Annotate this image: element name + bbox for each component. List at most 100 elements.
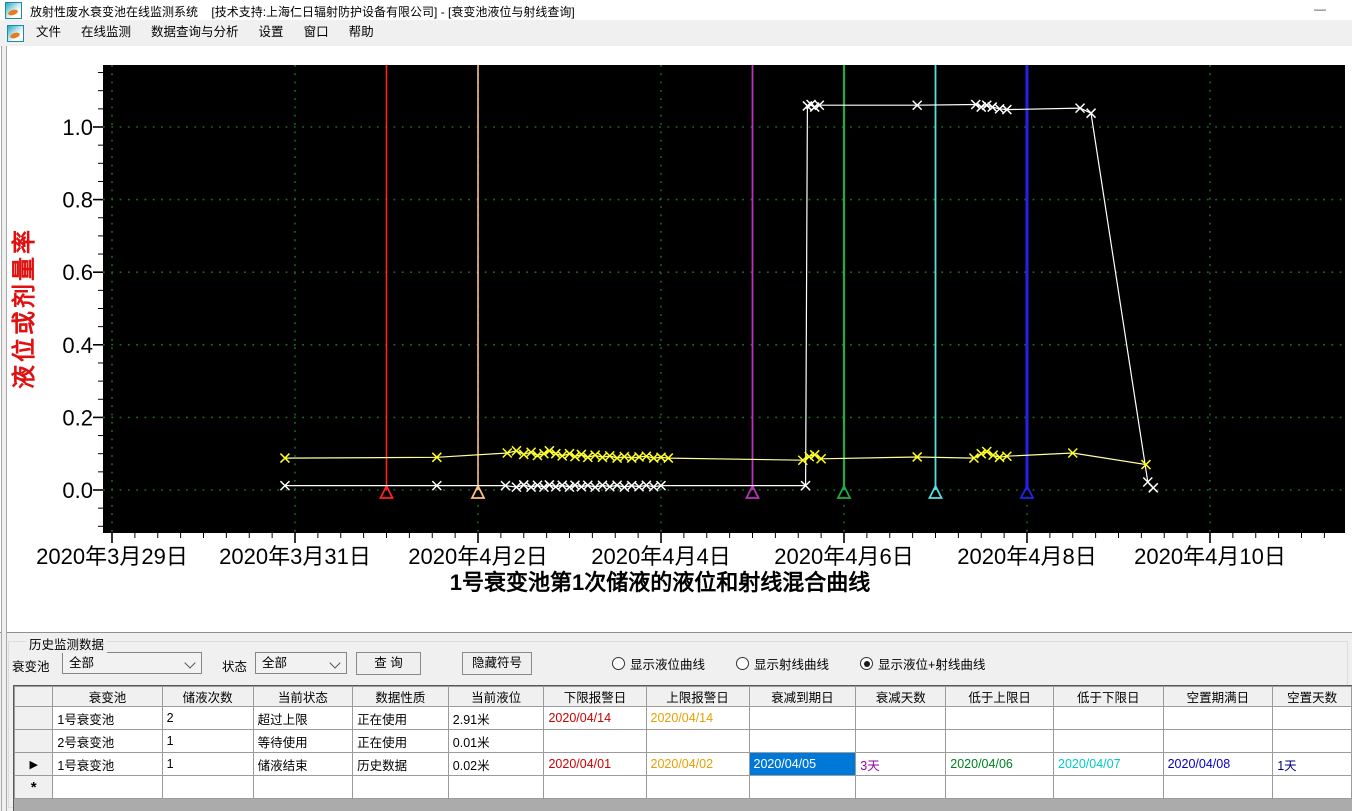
table-cell[interactable] (945, 729, 1054, 753)
table-cell[interactable] (855, 729, 947, 753)
table-cell[interactable]: 3天 (855, 752, 947, 776)
table-cell[interactable] (645, 729, 750, 753)
table-cell[interactable] (945, 706, 1054, 730)
menu-item-1[interactable]: 文件 (26, 20, 71, 46)
x-tick-label: 2020年4月4日 (591, 544, 730, 569)
table-cell[interactable]: 2020/04/14 (543, 706, 647, 730)
table-cell[interactable]: 1号衰变池 (52, 706, 163, 730)
table-cell[interactable] (543, 775, 647, 799)
radio-option-3[interactable]: 显示液位+射线曲线 (860, 654, 985, 673)
chart-y-axis-label: 液位或剂量率 (10, 227, 38, 389)
radio-option-2[interactable]: 显示射线曲线 (736, 654, 829, 673)
window-title: 放射性废水衰变池在线监测系统 [技术支持:上海仁日辐射防护设备有限公司] - [… (30, 3, 575, 20)
row-selector[interactable] (14, 729, 54, 753)
menu-item-4[interactable]: 设置 (249, 20, 294, 46)
menu-item-3[interactable]: 数据查询与分析 (141, 20, 249, 46)
table-cell[interactable] (748, 706, 857, 730)
table-cell[interactable]: 2号衰变池 (52, 729, 163, 753)
radio-label: 显示液位+射线曲线 (878, 658, 986, 672)
table-cell[interactable] (1272, 706, 1352, 730)
column-header[interactable]: 数据性质 (352, 686, 449, 707)
table-cell[interactable] (645, 775, 750, 799)
table-cell[interactable]: 等待使用 (252, 729, 354, 753)
column-header[interactable]: 低于下限日 (1053, 686, 1164, 707)
table-cell[interactable]: 1号衰变池 (52, 752, 163, 776)
column-header[interactable]: 衰变池 (52, 686, 163, 707)
column-header[interactable]: 下限报警日 (543, 686, 647, 707)
radio-option-1[interactable]: 显示液位曲线 (612, 654, 705, 673)
column-header[interactable]: 空置期满日 (1162, 686, 1274, 707)
table-cell[interactable] (1272, 729, 1352, 753)
table-cell[interactable]: 0.02米 (447, 752, 545, 776)
menu-item-5[interactable]: 窗口 (294, 20, 339, 46)
table-cell[interactable]: 超过上限 (252, 706, 354, 730)
hide-symbols-button[interactable]: 隐藏符号 (462, 652, 532, 675)
table-cell[interactable] (1053, 775, 1164, 799)
column-header[interactable]: 空置天数 (1272, 686, 1352, 707)
table-cell[interactable]: 正在使用 (352, 729, 449, 753)
selected-cell[interactable]: 2020/04/05 (748, 752, 857, 776)
y-tick-label: 0.6 (62, 260, 93, 285)
table-cell[interactable] (1162, 729, 1274, 753)
menu-item-6[interactable]: 帮助 (339, 20, 384, 46)
table-cell[interactable]: 1 (161, 729, 254, 753)
table-cell[interactable]: 2020/04/14 (645, 706, 750, 730)
table-cell[interactable] (855, 775, 947, 799)
table-cell[interactable]: 2020/04/07 (1053, 752, 1164, 776)
table-cell[interactable]: 2 (161, 706, 254, 730)
table-cell[interactable]: 正在使用 (352, 706, 449, 730)
table-cell[interactable] (855, 706, 947, 730)
menu-logo-icon (7, 25, 24, 42)
table-cell[interactable] (352, 775, 449, 799)
column-header[interactable]: 上限报警日 (645, 686, 750, 707)
table-cell[interactable]: 1 (161, 752, 254, 776)
column-header[interactable]: 低于上限日 (945, 686, 1054, 707)
query-button[interactable]: 查 询 (356, 652, 421, 675)
row-selector[interactable]: ▶ (14, 752, 54, 776)
table-cell[interactable]: 0.01米 (447, 729, 545, 753)
menu-items: 文件 在线监测 数据查询与分析 设置 窗口 帮助 (26, 20, 384, 46)
table-cell[interactable] (1162, 775, 1274, 799)
column-header[interactable] (14, 686, 54, 707)
plot-area (103, 65, 1345, 533)
table-cell[interactable] (252, 775, 354, 799)
table-cell[interactable]: 2020/04/06 (945, 752, 1054, 776)
table-cell[interactable]: 1天 (1272, 752, 1352, 776)
table-cell[interactable]: 历史数据 (352, 752, 449, 776)
table-cell[interactable]: 2020/04/01 (543, 752, 647, 776)
pool-filter-combobox[interactable]: 全部 (62, 652, 202, 674)
new-row-marker[interactable]: * (14, 775, 54, 799)
table-cell[interactable] (161, 775, 254, 799)
table-cell[interactable] (52, 775, 163, 799)
table-cell[interactable] (1053, 706, 1164, 730)
table-cell[interactable]: 2020/04/02 (645, 752, 750, 776)
column-header[interactable]: 衰减到期日 (748, 686, 857, 707)
app-window: 放射性废水衰变池在线监测系统 [技术支持:上海仁日辐射防护设备有限公司] - [… (0, 0, 1352, 811)
minimize-icon[interactable]: — (1314, 2, 1326, 16)
column-header[interactable]: 衰减天数 (855, 686, 947, 707)
table-cell[interactable]: 2.91米 (447, 706, 545, 730)
table-cell[interactable] (748, 775, 857, 799)
x-tick-label: 2020年3月31日 (219, 544, 371, 569)
table-cell[interactable] (1272, 775, 1352, 799)
y-tick-label: 0.0 (62, 478, 93, 503)
radio-circle-icon (860, 657, 874, 670)
table-cell[interactable] (1162, 706, 1274, 730)
table-cell[interactable] (748, 729, 857, 753)
table-cell[interactable]: 储液结束 (252, 752, 354, 776)
status-filter-combobox[interactable]: 全部 (255, 652, 347, 674)
column-header[interactable]: 储液次数 (161, 686, 254, 707)
table-cell[interactable] (945, 775, 1054, 799)
table-row: 2号衰变池 1 等待使用 正在使用 0.01米 (14, 729, 1352, 753)
column-header[interactable]: 当前状态 (252, 686, 354, 707)
menu-item-2[interactable]: 在线监测 (71, 20, 141, 46)
table-cell[interactable] (543, 729, 647, 753)
table-cell[interactable] (1053, 729, 1164, 753)
chevron-down-icon (329, 657, 341, 669)
table-cell[interactable]: 2020/04/08 (1162, 752, 1274, 776)
status-filter-label: 状态 (222, 660, 248, 674)
table-cell[interactable] (447, 775, 545, 799)
row-selector[interactable] (14, 706, 54, 730)
x-tick-label: 2020年4月10日 (1134, 544, 1286, 569)
column-header[interactable]: 当前液位 (447, 686, 545, 707)
